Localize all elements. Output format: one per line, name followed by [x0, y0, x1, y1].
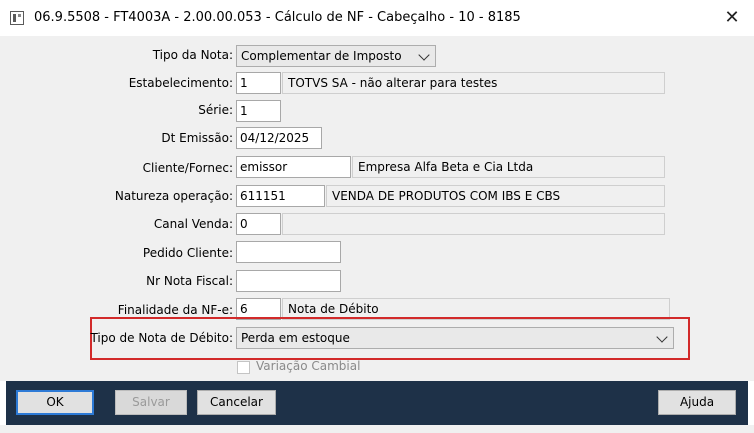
finalidade-label: Finalidade da NF-e:: [117, 303, 233, 317]
ajuda-button[interactable]: Ajuda: [658, 390, 736, 415]
pedido-cliente-input[interactable]: [236, 241, 341, 263]
salvar-button[interactable]: Salvar: [115, 390, 187, 415]
app-icon: [10, 11, 24, 25]
tipo-nota-value: Complementar de Imposto: [241, 49, 402, 63]
nr-nota-fiscal-input[interactable]: [236, 270, 341, 292]
tipo-nota-debito-value: Perda em estoque: [241, 331, 350, 345]
canal-venda-code-input[interactable]: 0: [236, 213, 281, 235]
title-bar: 06.9.5508 - FT4003A - 2.00.00.053 - Cálc…: [0, 0, 754, 37]
status-bar: [0, 425, 754, 433]
serie-label: Série:: [198, 103, 233, 117]
chevron-down-icon: [418, 49, 430, 61]
cliente-code-input[interactable]: emissor: [236, 156, 351, 178]
cancelar-button[interactable]: Cancelar: [197, 390, 276, 415]
natureza-code-input[interactable]: 611151: [236, 185, 325, 207]
close-icon[interactable]: ✕: [718, 4, 746, 32]
canal-venda-label: Canal Venda:: [153, 217, 233, 231]
canal-venda-description: [282, 213, 665, 235]
serie-input[interactable]: 1: [236, 100, 281, 122]
tipo-nota-label: Tipo da Nota:: [152, 48, 233, 62]
estabelecimento-label: Estabelecimento:: [128, 76, 233, 90]
tipo-nota-debito-label: Tipo de Nota de Débito:: [90, 331, 233, 345]
nr-nota-fiscal-label: Nr Nota Fiscal:: [146, 274, 233, 288]
window-title: 06.9.5508 - FT4003A - 2.00.00.053 - Cálc…: [34, 10, 521, 25]
tipo-nota-debito-select[interactable]: Perda em estoque: [236, 327, 674, 349]
ok-button[interactable]: OK: [16, 390, 94, 415]
cliente-description: Empresa Alfa Beta e Cia Ltda: [352, 156, 665, 178]
dt-emissao-input[interactable]: 04/12/2025: [236, 127, 322, 149]
cliente-label: Cliente/Fornec:: [142, 161, 233, 175]
natureza-label: Natureza operação:: [114, 189, 233, 203]
estabelecimento-description: TOTVS SA - não alterar para testes: [282, 72, 665, 94]
pedido-cliente-label: Pedido Cliente:: [142, 246, 233, 260]
variacao-cambial-label: Variação Cambial: [256, 359, 361, 373]
chevron-down-icon: [656, 331, 668, 343]
tipo-nota-select[interactable]: Complementar de Imposto: [236, 45, 436, 67]
variacao-cambial-checkbox[interactable]: [237, 361, 250, 374]
estabelecimento-code-input[interactable]: 1: [236, 72, 281, 94]
natureza-description: VENDA DE PRODUTOS COM IBS E CBS: [326, 185, 665, 207]
dt-emissao-label: Dt Emissão:: [161, 131, 233, 145]
